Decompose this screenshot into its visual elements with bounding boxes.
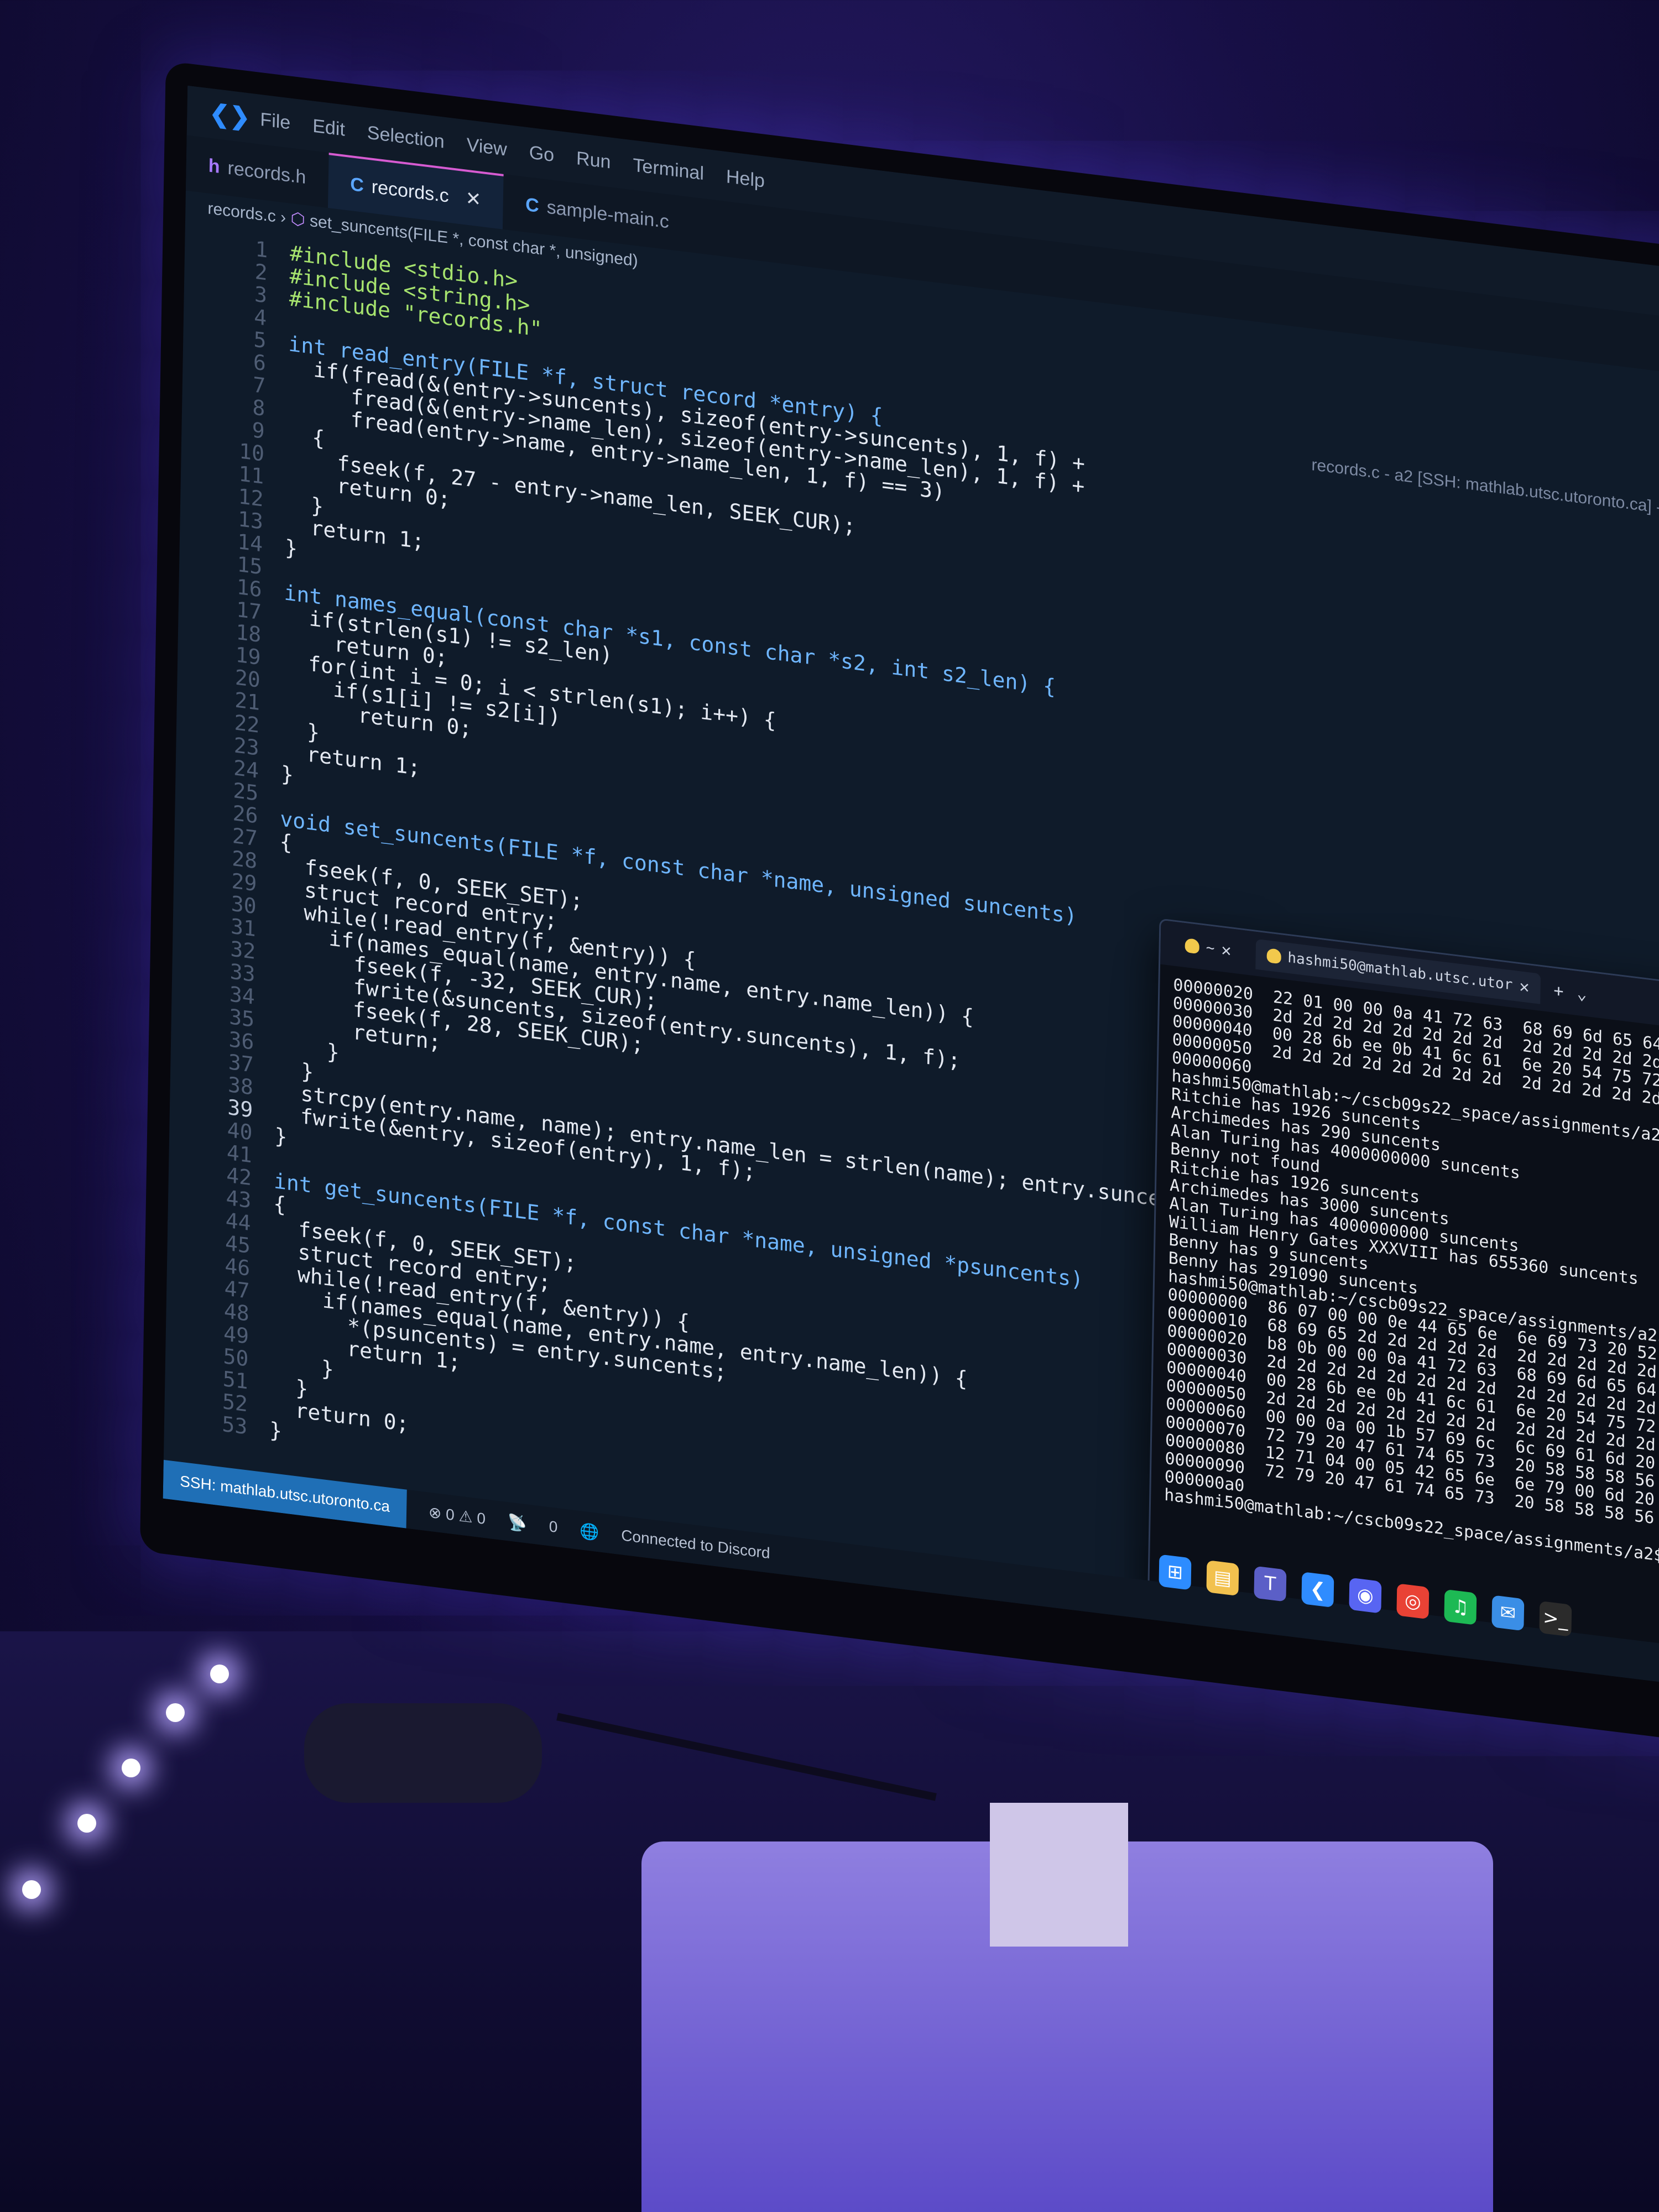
terminal-output[interactable]: 00000020 22 01 00 00 0a 41 72 63 68 69 6…	[1151, 964, 1659, 1597]
led-light	[77, 1814, 96, 1833]
ports-count[interactable]: 0	[549, 1517, 558, 1536]
chevron-down-icon[interactable]: ⌄	[1577, 983, 1587, 1004]
led-light	[210, 1665, 229, 1683]
close-icon[interactable]: ✕	[465, 187, 481, 211]
teams-icon[interactable]: T	[1254, 1566, 1287, 1602]
c-header-file-icon: h	[208, 154, 220, 178]
mail-icon[interactable]: ✉	[1491, 1595, 1525, 1631]
vscode-window: ❮❯ File Edit Selection View Go Run Termi…	[163, 85, 1659, 1693]
led-light	[122, 1759, 140, 1777]
function-symbol-icon: ⬡	[290, 209, 310, 230]
menu-item-file[interactable]: File	[260, 108, 290, 134]
remote-ssh-indicator[interactable]: SSH: mathlab.utsc.utoronto.ca	[163, 1459, 407, 1528]
c-file-icon: C	[349, 173, 364, 196]
tab-label: records.h	[227, 157, 306, 188]
terminal-icon[interactable]: >_	[1539, 1600, 1572, 1637]
breadcrumb-file[interactable]: records.c	[207, 199, 276, 226]
led-light	[22, 1880, 41, 1899]
antenna-icon: 📡	[507, 1512, 528, 1532]
tab-label: sample-main.c	[546, 196, 670, 232]
spotify-icon[interactable]: ♫	[1444, 1589, 1477, 1625]
code-text: {	[273, 1191, 286, 1217]
problems-indicator[interactable]: ⊗ 0 ⚠ 0	[429, 1503, 486, 1528]
menu-item-edit[interactable]: Edit	[312, 115, 345, 140]
code-text: }	[274, 1123, 288, 1150]
menu-item-selection[interactable]: Selection	[367, 122, 445, 153]
menu-item-run[interactable]: Run	[576, 148, 611, 174]
linux-tux-icon	[1185, 938, 1199, 954]
globe-icon: 🌐	[580, 1521, 599, 1541]
terminal-tab-label: ~	[1206, 939, 1215, 957]
menu-item-terminal[interactable]: Terminal	[633, 154, 704, 185]
menu-item-help[interactable]: Help	[726, 166, 765, 192]
discord-status[interactable]: Connected to Discord	[621, 1526, 770, 1562]
vscode-logo-icon: ❮❯	[209, 99, 251, 132]
file-explorer-icon[interactable]: ▤	[1206, 1560, 1239, 1597]
code-text: }	[284, 535, 298, 561]
chevron-right-icon: ›	[280, 208, 291, 228]
code-text: {	[279, 829, 293, 855]
vscode-icon[interactable]: ❮	[1301, 1572, 1334, 1608]
linux-tux-icon	[1266, 948, 1281, 964]
windows-start-icon[interactable]: ⊞	[1159, 1554, 1192, 1590]
tab-label: records.c	[371, 176, 449, 207]
monitor: ❮❯ File Edit Selection View Go Run Termi…	[139, 61, 1659, 1748]
code-text: }	[269, 1417, 283, 1444]
discord-icon[interactable]: ◉	[1349, 1577, 1382, 1614]
c-file-icon: C	[525, 194, 540, 217]
webcam	[304, 1703, 542, 1803]
menu-item-go[interactable]: Go	[529, 142, 554, 166]
menu-item-view[interactable]: View	[466, 134, 507, 160]
photo-scene: ❮❯ File Edit Selection View Go Run Termi…	[0, 0, 1659, 2212]
close-icon[interactable]: ✕	[1221, 940, 1232, 961]
led-light	[166, 1703, 185, 1722]
terminal-tab-home[interactable]: ~ ✕	[1173, 928, 1243, 967]
chrome-icon[interactable]: ◎	[1396, 1583, 1430, 1620]
new-tab-plus-icon[interactable]: +	[1553, 980, 1564, 1001]
monitor-stand-neck	[990, 1803, 1128, 1947]
close-icon[interactable]: ✕	[1519, 977, 1530, 997]
code-text: }	[280, 761, 294, 787]
remote-label: SSH: mathlab.utsc.utoronto.ca	[179, 1472, 390, 1515]
